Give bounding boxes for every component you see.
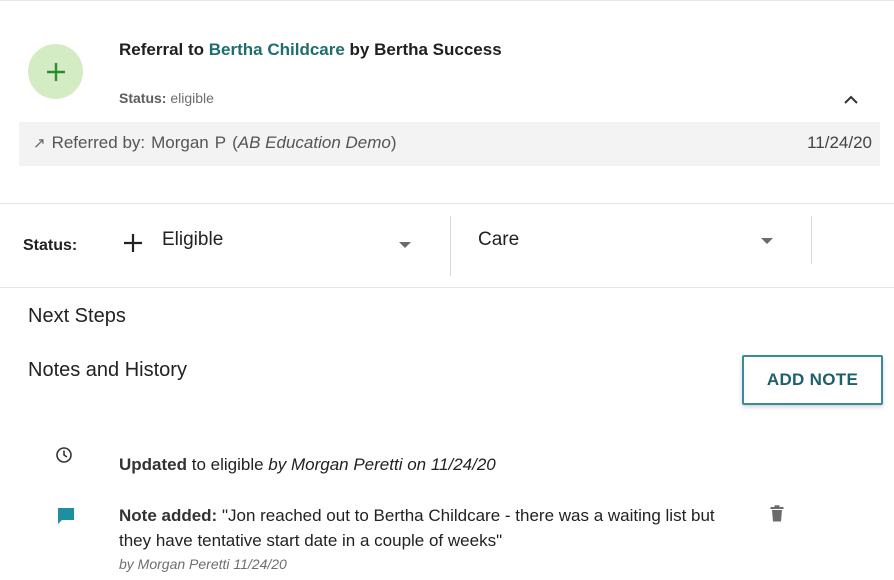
status-row: Status: Eligible Care [0, 204, 894, 286]
chevron-up-icon[interactable] [840, 90, 862, 110]
vertical-divider [450, 216, 451, 276]
clock-icon [56, 447, 72, 463]
trash-icon[interactable] [770, 505, 784, 522]
referral-status-label: Status: [119, 90, 167, 106]
referral-title: Referral to Bertha Childcare by Bertha S… [119, 40, 502, 60]
referral-title-by: by Bertha Success [349, 40, 502, 59]
status-select-value[interactable]: Eligible [162, 229, 223, 251]
history-action: Updated [119, 455, 187, 474]
referral-date: 11/24/20 [807, 133, 872, 152]
history-action: Note added: [119, 506, 218, 525]
history-detail: to eligible [191, 455, 264, 474]
category-dropdown-arrow-icon[interactable] [761, 238, 773, 244]
referral-card: Referral to Bertha Childcare by Bertha S… [0, 0, 894, 580]
arrow-up-right-icon: ↗ [33, 135, 46, 152]
history-byline: by Morgan Peretti on 11/24/20 [268, 455, 496, 474]
plus-icon [46, 62, 65, 81]
comment-icon [58, 508, 74, 524]
history-item-update: Updated to eligible by Morgan Peretti on… [119, 455, 496, 475]
referrer-org: (AB Education Demo) [232, 133, 397, 152]
category-select-value[interactable]: Care [478, 229, 519, 251]
divider [0, 287, 894, 288]
referral-plus-badge [28, 44, 83, 99]
referral-status-value: eligible [170, 90, 214, 106]
referrer-last-initial: P [214, 133, 227, 152]
next-steps-heading: Next Steps [28, 305, 126, 327]
plus-icon [124, 234, 142, 252]
notes-history-heading: Notes and History [28, 359, 187, 381]
referred-by-bar: ↗ Referred by: Morgan P (AB Education Demo) … [19, 122, 880, 166]
provider-link[interactable]: Bertha Childcare [209, 40, 345, 59]
vertical-divider [811, 216, 812, 264]
card-top-border [0, 0, 894, 1]
status-dropdown-arrow-icon[interactable] [399, 242, 411, 248]
referred-by-label: Referred by: [51, 133, 146, 152]
note-byline: by Morgan Peretti 11/24/20 [119, 556, 287, 572]
referrer-org-name: AB Education Demo [237, 133, 391, 152]
referral-title-prefix: Referral to [119, 40, 205, 59]
status-label: Status: [23, 237, 78, 254]
add-note-button[interactable]: ADD NOTE [742, 355, 883, 405]
referred-by-line: ↗ Referred by: Morgan P (AB Education Demo) [33, 133, 397, 153]
referrer-first-name: Morgan [151, 133, 209, 152]
referral-status: Status: eligible [119, 90, 214, 106]
history-item-note: Note added: "Jon reached out to Bertha C… [119, 503, 739, 553]
